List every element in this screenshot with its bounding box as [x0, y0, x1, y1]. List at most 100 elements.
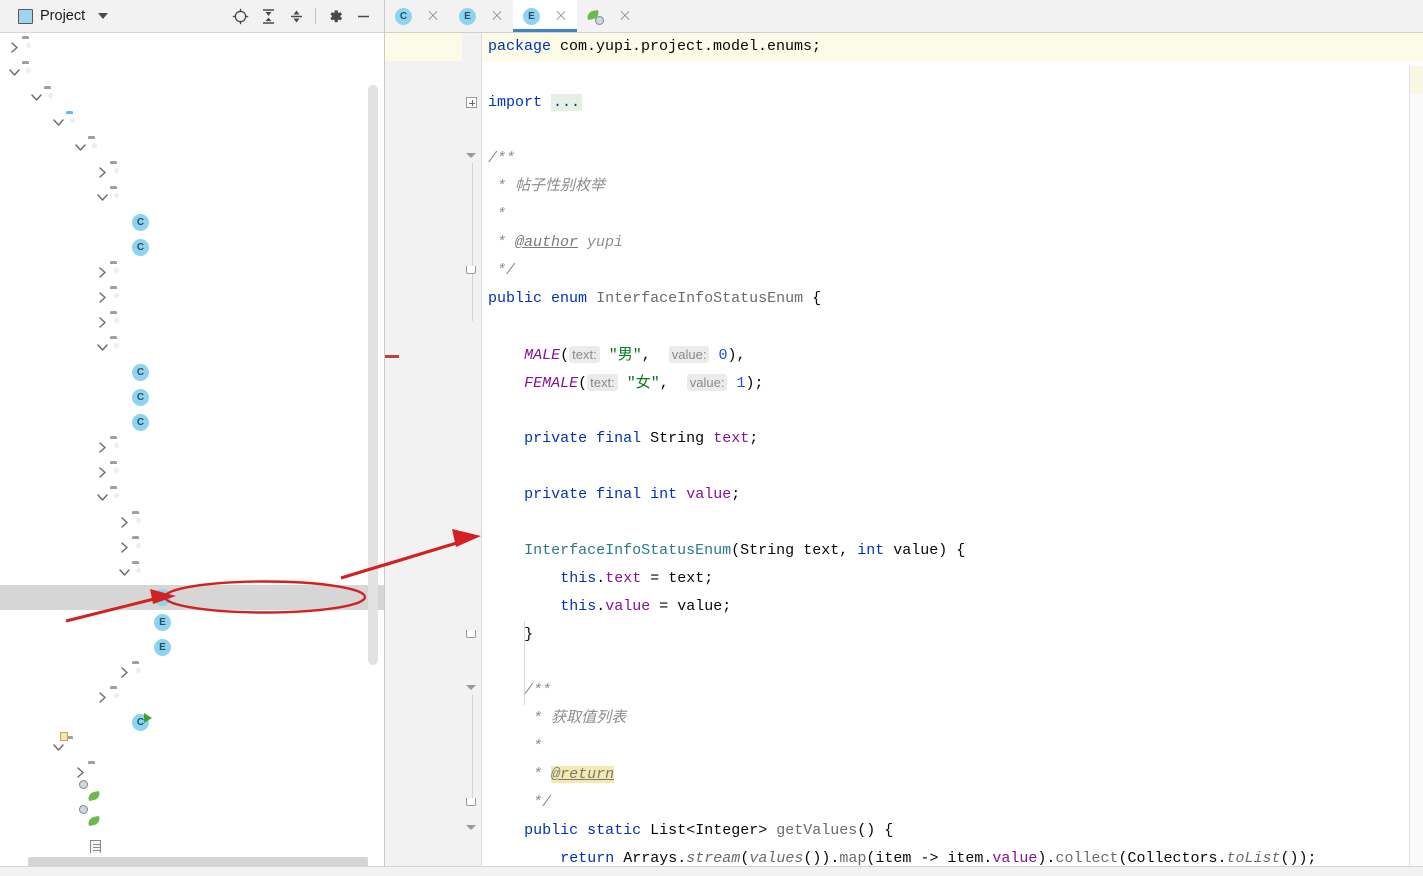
chevron-right-icon[interactable] — [116, 660, 132, 685]
code-line[interactable]: * @return — [482, 761, 1423, 789]
editor-tab-postgenderenum-java[interactable]: E — [449, 0, 513, 32]
folded-imports[interactable]: ... — [551, 94, 583, 111]
chevron-down-icon[interactable] — [98, 13, 109, 19]
tree-node-sql[interactable] — [0, 35, 384, 60]
editor-tab-application-yml[interactable] — [577, 0, 641, 32]
chevron-right-icon[interactable] — [94, 310, 110, 335]
chevron-right-icon[interactable] — [94, 285, 110, 310]
code-line[interactable] — [482, 509, 1423, 537]
tree-node-java[interactable] — [0, 110, 384, 135]
tree-node-vo[interactable] — [0, 660, 384, 685]
code-line[interactable]: } — [482, 621, 1423, 649]
fold-end-javadoc-1[interactable] — [466, 266, 478, 278]
tree-vertical-scrollbar[interactable] — [368, 85, 378, 665]
code-line[interactable]: import ... — [482, 89, 1423, 117]
tree-node-com-yupi-project[interactable] — [0, 135, 384, 160]
tree-node-interfaceinfostatusenum[interactable]: E — [0, 585, 384, 610]
code-line[interactable]: * 获取值列表 — [482, 705, 1423, 733]
tree-node-mapper[interactable] — [0, 760, 384, 785]
minimize-icon[interactable] — [350, 3, 376, 29]
tree-node-banner-txt[interactable] — [0, 835, 384, 853]
code-line[interactable]: public enum InterfaceInfoStatusEnum { — [482, 285, 1423, 313]
chevron-down-icon[interactable] — [116, 560, 132, 585]
project-tree[interactable]: CCCCCEEEC — [0, 33, 384, 853]
close-icon[interactable] — [618, 9, 632, 23]
fold-expand-imports[interactable] — [466, 97, 478, 109]
tree-node-usercontroller[interactable]: C — [0, 410, 384, 435]
gear-icon[interactable] — [322, 3, 348, 29]
tree-node-controller[interactable] — [0, 335, 384, 360]
code-line[interactable]: /** — [482, 145, 1423, 173]
code-line[interactable] — [482, 453, 1423, 481]
code-line[interactable]: */ — [482, 257, 1423, 285]
tree-node-postreviewstatusenum[interactable]: E — [0, 635, 384, 660]
code-line[interactable] — [482, 397, 1423, 425]
code-line[interactable]: InterfaceInfoStatusEnum(String text, int… — [482, 537, 1423, 565]
tree-node-main[interactable] — [0, 85, 384, 110]
chevron-right-icon[interactable] — [6, 35, 22, 60]
code-line[interactable]: * 帖子性别枚举 — [482, 173, 1423, 201]
code-line[interactable] — [482, 649, 1423, 677]
code-line[interactable]: */ — [482, 789, 1423, 817]
locate-icon[interactable] — [227, 3, 253, 29]
chevron-right-icon[interactable] — [94, 260, 110, 285]
fold-end-constructor[interactable] — [466, 630, 478, 642]
chevron-down-icon[interactable] — [50, 110, 66, 135]
chevron-right-icon[interactable] — [116, 535, 132, 560]
editor-tab-interfaceinfocontroller-java[interactable]: C — [385, 0, 449, 32]
chevron-down-icon[interactable] — [94, 185, 110, 210]
code-line[interactable]: FEMALE(text: "女", value: 1); — [482, 369, 1423, 397]
code-editor[interactable]: package com.yupi.project.model.enums; imp… — [385, 33, 1423, 876]
tree-node-application-yml[interactable] — [0, 780, 384, 810]
chevron-down-icon[interactable] — [94, 485, 110, 510]
code-line[interactable]: this.text = text; — [482, 565, 1423, 593]
chevron-down-icon[interactable] — [6, 60, 22, 85]
code-line[interactable]: * — [482, 201, 1423, 229]
code-line[interactable]: private final String text; — [482, 425, 1423, 453]
code-text-area[interactable]: package com.yupi.project.model.enums; imp… — [482, 33, 1423, 876]
code-line[interactable]: * — [482, 733, 1423, 761]
collapse-all-icon[interactable] — [283, 3, 309, 29]
close-icon[interactable] — [426, 9, 440, 23]
code-line[interactable]: this.value = value; — [482, 593, 1423, 621]
chevron-right-icon[interactable] — [94, 435, 110, 460]
chevron-down-icon[interactable] — [72, 135, 88, 160]
code-line[interactable]: MALE(text: "男", value: 0), — [482, 341, 1423, 369]
tree-node-exception[interactable] — [0, 435, 384, 460]
editor-tab-interfaceinfostatusenum-java[interactable]: E — [513, 0, 577, 32]
code-line[interactable]: /** — [482, 677, 1423, 705]
fold-collapse-method[interactable] — [466, 825, 478, 837]
chevron-right-icon[interactable] — [94, 460, 110, 485]
code-line[interactable]: public static List<Integer> getValues() … — [482, 817, 1423, 845]
chevron-right-icon[interactable] — [116, 510, 132, 535]
code-line[interactable] — [482, 117, 1423, 145]
code-line[interactable]: package com.yupi.project.model.enums; — [482, 33, 1423, 61]
tree-node-enums[interactable] — [0, 560, 384, 585]
project-tool-window-button[interactable]: Project — [6, 8, 109, 24]
tree-node-common[interactable] — [0, 260, 384, 285]
tree-node-interfaceinfocontroller[interactable]: C — [0, 360, 384, 385]
code-folding-gutter[interactable] — [462, 33, 482, 876]
tree-node-myapplication[interactable]: C — [0, 710, 384, 735]
tree-node-postgenderenum[interactable]: E — [0, 610, 384, 635]
tree-node-mapper[interactable] — [0, 460, 384, 485]
tree-node-loginterceptor[interactable]: C — [0, 235, 384, 260]
tree-node-config[interactable] — [0, 285, 384, 310]
chevron-right-icon[interactable] — [94, 160, 110, 185]
code-line[interactable]: * @author yupi — [482, 229, 1423, 257]
code-line[interactable] — [482, 313, 1423, 341]
tree-node-entity[interactable] — [0, 535, 384, 560]
tree-node-aop[interactable] — [0, 185, 384, 210]
tree-node-annotation[interactable] — [0, 160, 384, 185]
chevron-down-icon[interactable] — [28, 85, 44, 110]
error-stripe[interactable] — [1409, 66, 1423, 876]
code-line[interactable]: private final int value; — [482, 481, 1423, 509]
tree-node-resources[interactable] — [0, 732, 384, 760]
close-icon[interactable] — [554, 9, 568, 23]
close-icon[interactable] — [490, 9, 504, 23]
expand-all-icon[interactable] — [255, 3, 281, 29]
tree-node-postcontroller[interactable]: C — [0, 385, 384, 410]
tree-node-constant[interactable] — [0, 310, 384, 335]
tree-node-dto[interactable] — [0, 510, 384, 535]
tree-node-authinterceptor[interactable]: C — [0, 210, 384, 235]
